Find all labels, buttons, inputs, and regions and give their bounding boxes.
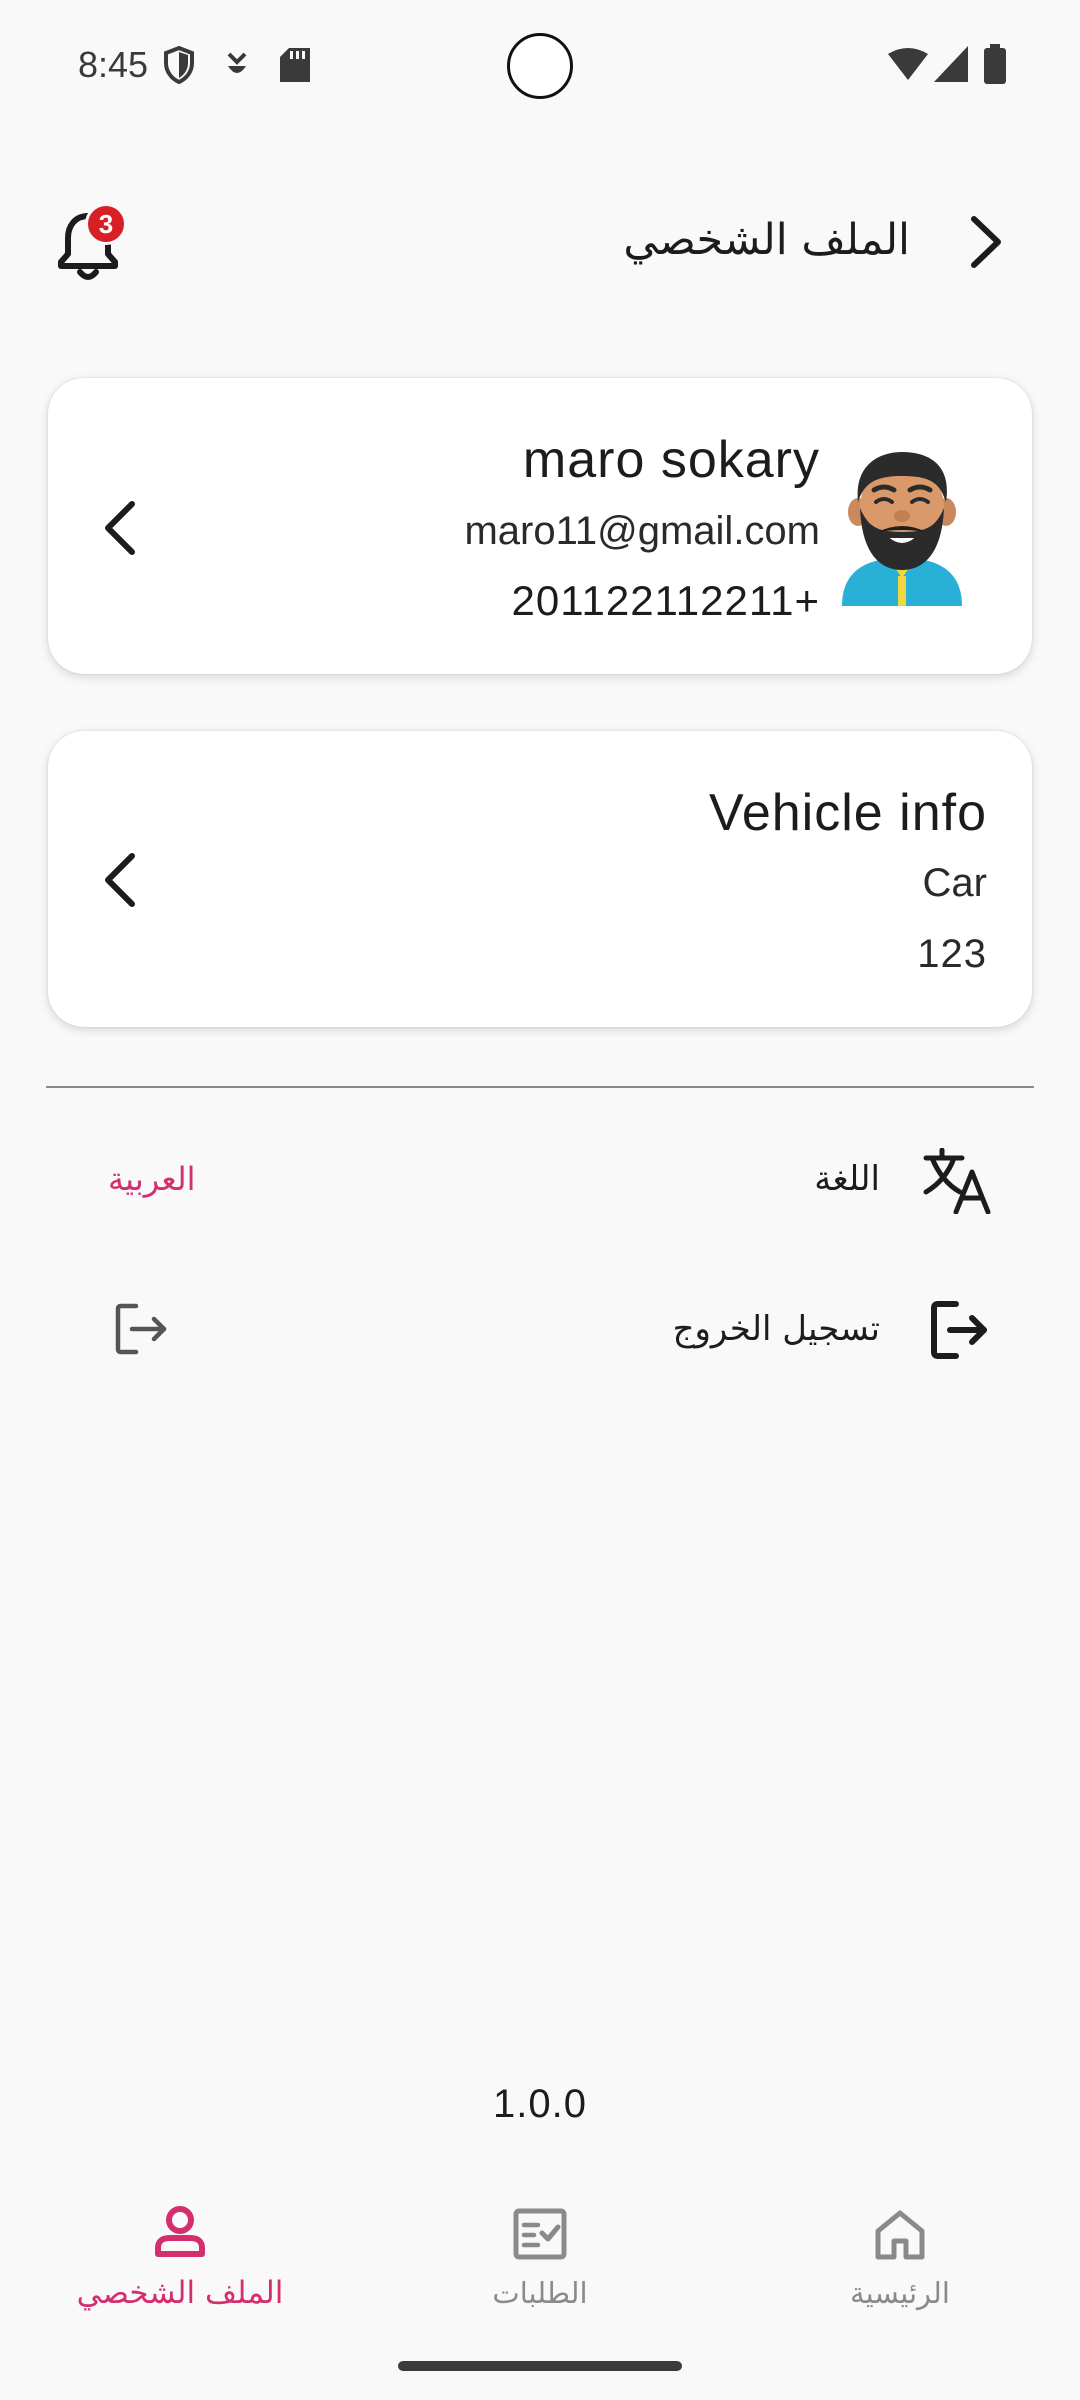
section-divider [46,1086,1034,1088]
notification-badge: 3 [85,203,127,245]
home-icon [875,2210,925,2260]
logout-icon[interactable] [930,1300,990,1360]
profile-name: maro sokary [522,431,820,489]
back-arrow-icon[interactable] [962,213,1010,271]
wifi-icon [888,48,928,80]
chevron-left-icon [105,501,135,555]
language-value[interactable]: العربية [108,1155,195,1203]
vehicle-type: Car [922,861,987,905]
logout-icon[interactable] [114,1302,170,1356]
orders-checklist-icon [513,2208,567,2260]
signal-icon [934,46,968,82]
logout-label: تسجيل الخروج [672,1309,880,1349]
avatar [842,452,962,606]
vehicle-info-card[interactable] [48,731,1032,1027]
status-time: 8:45 [78,44,149,85]
shield-icon [164,46,194,84]
profile-email: maro11@gmail.com [464,509,820,553]
chevron-left-icon [105,853,135,907]
translate-icon [923,1148,991,1214]
page-title: الملف الشخصي [623,215,910,265]
profile-phone: 201122112211+ [511,577,820,624]
battery-icon [984,44,1006,84]
nav-label-home: الرئيسية [850,2276,950,2310]
sd-card-icon [280,48,310,82]
usb-debug-icon [227,52,247,73]
app-version: 1.0.0 [493,2082,587,2126]
nav-item-profile[interactable]: الملف الشخصي [50,2195,310,2345]
nav-item-home[interactable]: الرئيسية [770,2195,1030,2345]
nav-label-orders: الطلبات [492,2276,588,2310]
front-camera [507,33,573,99]
nav-label-profile: الملف الشخصي [76,2275,284,2311]
vehicle-number: 123 [917,932,987,976]
vehicle-info-title: Vehicle info [709,784,987,842]
person-icon [155,2206,205,2257]
language-label: اللغة [814,1159,880,1199]
gesture-home-indicator[interactable] [398,2361,682,2371]
nav-item-orders[interactable]: الطلبات [410,2195,670,2345]
